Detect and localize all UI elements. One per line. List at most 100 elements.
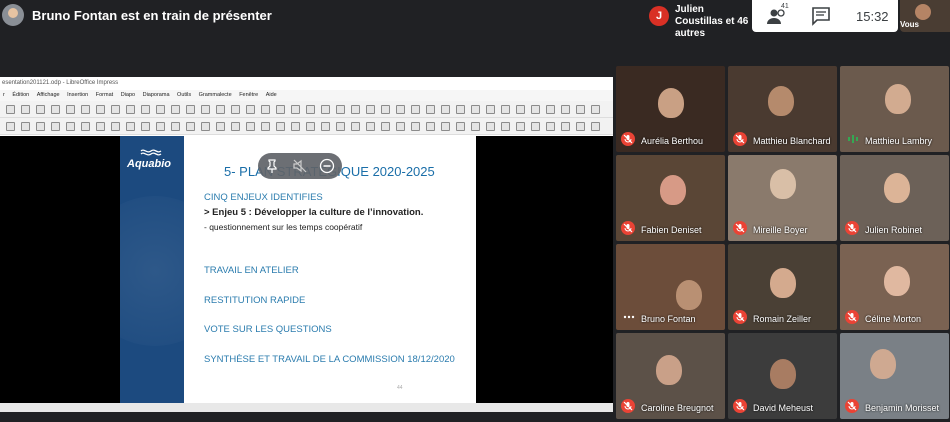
remove-icon[interactable] [319, 158, 335, 174]
participant-tile[interactable]: Fabien Deniset [616, 155, 725, 241]
toolbar-button-icon[interactable] [501, 122, 510, 131]
toolbar-button-icon[interactable] [36, 122, 45, 131]
toolbar-button-icon[interactable] [186, 122, 195, 131]
toolbar-button-icon[interactable] [276, 122, 285, 131]
participant-tile[interactable]: Matthieu Lambry [840, 66, 949, 152]
app-toolbar-drawing [0, 118, 613, 135]
toolbar-button-icon[interactable] [471, 122, 480, 131]
toolbar-button-icon[interactable] [276, 105, 285, 114]
toolbar-button-icon[interactable] [591, 122, 600, 131]
toolbar-button-icon[interactable] [576, 122, 585, 131]
toolbar-button-icon[interactable] [366, 122, 375, 131]
toolbar-button-icon[interactable] [411, 122, 420, 131]
toolbar-button-icon[interactable] [531, 122, 540, 131]
toolbar-button-icon[interactable] [501, 105, 510, 114]
toolbar-button-icon[interactable] [306, 105, 315, 114]
shared-screen: esentation201121.odp - LibreOffice Impre… [0, 77, 613, 412]
toolbar-button-icon[interactable] [591, 105, 600, 114]
toolbar-button-icon[interactable] [381, 105, 390, 114]
toolbar-button-icon[interactable] [486, 122, 495, 131]
toolbar-button-icon[interactable] [546, 105, 555, 114]
toolbar-button-icon[interactable] [561, 122, 570, 131]
participant-tile[interactable]: Bruno Fontan [616, 244, 725, 330]
toolbar-button-icon[interactable] [246, 105, 255, 114]
toolbar-button-icon[interactable] [96, 105, 105, 114]
toolbar-button-icon[interactable] [321, 105, 330, 114]
active-speakers-chip[interactable]: J Julien Coustillas et 46 autres [645, 2, 750, 39]
toolbar-button-icon[interactable] [21, 105, 30, 114]
toolbar-button-icon[interactable] [426, 122, 435, 131]
toolbar-button-icon[interactable] [561, 105, 570, 114]
toolbar-button-icon[interactable] [21, 122, 30, 131]
participant-tile[interactable]: Céline Morton [840, 244, 949, 330]
toolbar-button-icon[interactable] [201, 105, 210, 114]
self-view-tile[interactable]: Vous [900, 0, 950, 32]
toolbar-button-icon[interactable] [216, 122, 225, 131]
toolbar-button-icon[interactable] [396, 122, 405, 131]
toolbar-button-icon[interactable] [66, 105, 75, 114]
toolbar-button-icon[interactable] [516, 105, 525, 114]
toolbar-button-icon[interactable] [381, 122, 390, 131]
toolbar-button-icon[interactable] [261, 122, 270, 131]
participant-tile[interactable]: Julien Robinet [840, 155, 949, 241]
toolbar-button-icon[interactable] [141, 105, 150, 114]
toolbar-button-icon[interactable] [231, 105, 240, 114]
toolbar-button-icon[interactable] [171, 122, 180, 131]
toolbar-button-icon[interactable] [126, 122, 135, 131]
toolbar-button-icon[interactable] [516, 122, 525, 131]
toolbar-button-icon[interactable] [81, 105, 90, 114]
toolbar-button-icon[interactable] [261, 105, 270, 114]
toolbar-button-icon[interactable] [156, 122, 165, 131]
toolbar-button-icon[interactable] [156, 105, 165, 114]
toolbar-button-icon[interactable] [231, 122, 240, 131]
pin-icon[interactable] [264, 158, 280, 174]
participant-tile[interactable]: Romain Zeiller [728, 244, 837, 330]
toolbar-button-icon[interactable] [111, 122, 120, 131]
toolbar-button-icon[interactable] [351, 105, 360, 114]
toolbar-button-icon[interactable] [291, 122, 300, 131]
toolbar-button-icon[interactable] [216, 105, 225, 114]
participant-tile[interactable]: Mireille Boyer [728, 155, 837, 241]
toolbar-button-icon[interactable] [411, 105, 420, 114]
toolbar-button-icon[interactable] [201, 122, 210, 131]
toolbar-button-icon[interactable] [6, 105, 15, 114]
toolbar-button-icon[interactable] [441, 122, 450, 131]
toolbar-button-icon[interactable] [81, 122, 90, 131]
toolbar-button-icon[interactable] [336, 122, 345, 131]
toolbar-button-icon[interactable] [546, 122, 555, 131]
toolbar-button-icon[interactable] [306, 122, 315, 131]
toolbar-button-icon[interactable] [126, 105, 135, 114]
toolbar-button-icon[interactable] [531, 105, 540, 114]
toolbar-button-icon[interactable] [66, 122, 75, 131]
toolbar-button-icon[interactable] [471, 105, 480, 114]
participant-tile[interactable]: Aurélia Berthou [616, 66, 725, 152]
toolbar-button-icon[interactable] [336, 105, 345, 114]
toolbar-button-icon[interactable] [186, 105, 195, 114]
toolbar-button-icon[interactable] [51, 122, 60, 131]
toolbar-button-icon[interactable] [321, 122, 330, 131]
toolbar-button-icon[interactable] [96, 122, 105, 131]
toolbar-button-icon[interactable] [291, 105, 300, 114]
toolbar-button-icon[interactable] [396, 105, 405, 114]
toolbar-button-icon[interactable] [351, 122, 360, 131]
toolbar-button-icon[interactable] [246, 122, 255, 131]
participant-tile[interactable]: Caroline Breugnot [616, 333, 725, 419]
toolbar-button-icon[interactable] [36, 105, 45, 114]
participant-tile[interactable]: David Meheust [728, 333, 837, 419]
chat-icon[interactable] [810, 6, 832, 26]
toolbar-button-icon[interactable] [141, 122, 150, 131]
toolbar-button-icon[interactable] [366, 105, 375, 114]
participant-tile[interactable]: Matthieu Blanchard [728, 66, 837, 152]
toolbar-button-icon[interactable] [441, 105, 450, 114]
toolbar-button-icon[interactable] [426, 105, 435, 114]
toolbar-button-icon[interactable] [6, 122, 15, 131]
toolbar-button-icon[interactable] [456, 105, 465, 114]
toolbar-button-icon[interactable] [486, 105, 495, 114]
toolbar-button-icon[interactable] [171, 105, 180, 114]
toolbar-button-icon[interactable] [576, 105, 585, 114]
volume-off-icon[interactable] [292, 158, 308, 174]
toolbar-button-icon[interactable] [51, 105, 60, 114]
participant-tile[interactable]: Benjamin Morisset [840, 333, 949, 419]
toolbar-button-icon[interactable] [456, 122, 465, 131]
toolbar-button-icon[interactable] [111, 105, 120, 114]
